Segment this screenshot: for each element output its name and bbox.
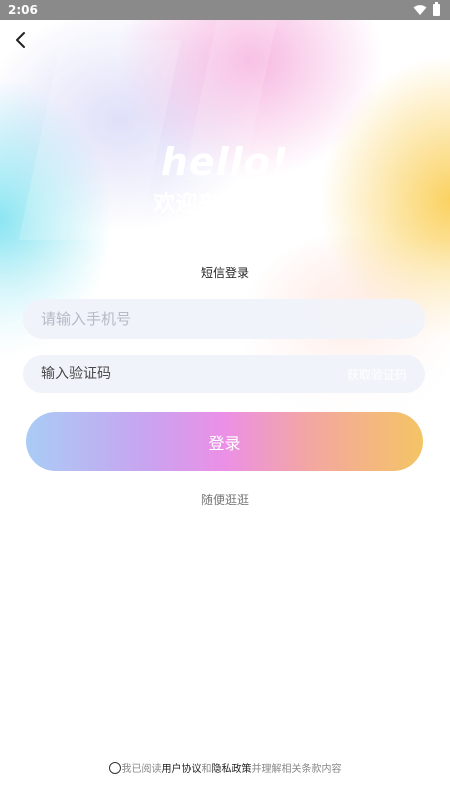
login-screen: 2:06 hello! 欢迎来到VC社 短信登录 获取验证码 登录 随便逛逛 我…	[0, 0, 450, 800]
wifi-icon	[413, 5, 427, 15]
get-code-button[interactable]: 获取验证码	[347, 366, 407, 383]
chevron-left-icon	[16, 32, 25, 48]
agreement-and: 和	[201, 764, 212, 775]
agreement-row: 我已阅读 用户协议 和 隐私政策 并理解相关条款内容	[0, 760, 450, 775]
status-time: 2:06	[8, 3, 38, 17]
privacy-policy-link[interactable]: 隐私政策	[212, 760, 252, 775]
phone-input-container	[23, 299, 425, 339]
user-agreement-link[interactable]: 用户协议	[162, 760, 202, 775]
agreement-prefix: 我已阅读	[121, 764, 162, 775]
back-button[interactable]	[8, 28, 34, 52]
login-mode-label: 短信登录	[200, 266, 249, 280]
battery-icon	[433, 2, 440, 16]
code-input-container: 获取验证码	[23, 355, 425, 393]
login-button[interactable]: 登录	[26, 412, 423, 471]
status-bar: 2:06	[0, 0, 450, 20]
verification-code-input[interactable]	[41, 366, 347, 382]
browse-as-guest-link[interactable]: 随便逛逛	[0, 491, 450, 508]
phone-input[interactable]	[41, 310, 407, 328]
brand-hello-text: hello!	[160, 140, 290, 184]
brand-welcome-text: 欢迎来到VC社	[153, 192, 297, 217]
status-icons	[413, 2, 440, 16]
agreement-suffix: 并理解相关条款内容	[251, 764, 342, 775]
agreement-checkbox[interactable]	[108, 761, 121, 774]
